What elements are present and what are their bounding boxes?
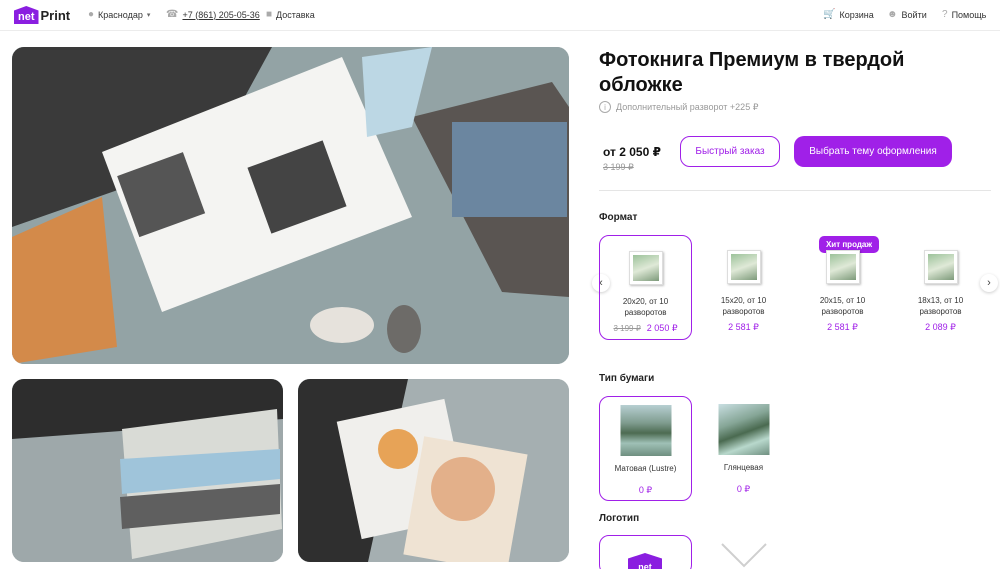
paper-sample-image xyxy=(718,404,769,455)
question-icon: ? xyxy=(942,9,948,20)
format-option-15x20[interactable]: 15x20, от 10 разворотов 2 581 ₽ xyxy=(697,235,790,340)
paper-sample-image xyxy=(620,405,671,456)
login-link[interactable]: ☻ Войти xyxy=(887,9,927,20)
help-label: Помощь xyxy=(951,9,987,20)
choose-theme-button[interactable]: Выбрать тему оформления xyxy=(794,136,952,167)
logo-section-title: Логотип xyxy=(599,513,640,524)
phone-icon: ☎ xyxy=(166,9,179,20)
small-photobook-illustration xyxy=(298,379,569,562)
carousel-next-button[interactable]: › xyxy=(980,274,998,292)
delivery-link[interactable]: ■ Доставка xyxy=(266,9,315,20)
format-option-20x15[interactable]: 20x15, от 10 разворотов 2 581 ₽ xyxy=(796,235,889,340)
divider xyxy=(599,190,991,191)
format-thumbnail xyxy=(923,250,958,284)
netprint-logo-icon: net xyxy=(628,553,662,569)
paper-price: 0 ₽ xyxy=(638,485,653,495)
paper-price: 0 ₽ xyxy=(736,484,751,494)
paper-section-title: Тип бумаги xyxy=(599,373,655,384)
logo-text: Print xyxy=(40,7,71,23)
login-label: Войти xyxy=(901,9,927,20)
help-link[interactable]: ? Помощь xyxy=(942,9,986,20)
old-price: 3 199 ₽ xyxy=(603,162,634,172)
city-label: Краснодар xyxy=(98,9,143,20)
format-option-20x20[interactable]: 20x20, от 10 разворотов 3 199 ₽2 050 ₽ xyxy=(599,235,692,340)
logo-option-with-logo[interactable]: net xyxy=(599,535,692,569)
delivery-label: Доставка xyxy=(276,9,315,20)
current-price: от 2 050 ₽ xyxy=(603,145,661,159)
paper-label: Матовая (Lustre) xyxy=(614,464,677,473)
site-header: net Print ● Краснодар ▾ ☎ +7 (861) 205-0… xyxy=(0,0,1000,31)
format-thumbnail xyxy=(726,250,761,284)
format-price: 2 581 ₽ xyxy=(728,322,759,332)
cart-label: Корзина xyxy=(839,9,874,20)
paper-option-matte[interactable]: Матовая (Lustre) 0 ₽ xyxy=(599,396,692,501)
phone-number: +7 (861) 205-05-36 xyxy=(182,9,260,20)
chevron-down-icon: ▾ xyxy=(146,11,151,19)
info-icon[interactable]: i xyxy=(599,101,611,113)
logo-badge: net xyxy=(14,6,39,24)
user-icon: ☻ xyxy=(887,9,898,20)
format-label: 15x20, от 10 разворотов xyxy=(720,296,767,316)
format-price: 2 089 ₽ xyxy=(925,322,956,332)
format-label: 18x13, от 10 разворотов xyxy=(917,296,964,316)
truck-icon: ■ xyxy=(266,9,273,20)
format-price: 3 199 ₽2 050 ₽ xyxy=(613,323,678,333)
product-photo-spine[interactable] xyxy=(12,379,283,562)
product-photo-main[interactable] xyxy=(12,47,569,364)
quick-order-button[interactable]: Быстрый заказ xyxy=(680,136,780,167)
chevron-right-icon: › xyxy=(987,277,991,289)
photobook-illustration xyxy=(12,47,569,364)
brand-logo[interactable]: net Print xyxy=(14,5,70,25)
location-pin-icon: ● xyxy=(88,9,95,20)
product-title: Фотокнига Премиум в твердой обложке xyxy=(599,49,905,96)
format-price: 2 581 ₽ xyxy=(827,322,858,332)
format-section-title: Формат xyxy=(599,212,638,223)
photobook-stack-illustration xyxy=(12,379,283,562)
phone-link[interactable]: ☎ +7 (861) 205-05-36 xyxy=(166,9,260,20)
paper-option-glossy[interactable]: Глянцевая 0 ₽ xyxy=(697,396,790,501)
extra-spread-text: Дополнительный разворот +225 ₽ xyxy=(616,101,759,112)
format-thumbnail xyxy=(628,251,663,285)
paper-label: Глянцевая xyxy=(723,463,764,472)
extra-spread-note: i Дополнительный разворот +225 ₽ xyxy=(599,101,758,113)
no-logo-chevron-icon[interactable] xyxy=(720,538,768,568)
format-thumbnail xyxy=(825,250,860,284)
format-label: 20x20, от 10 разворотов xyxy=(622,297,669,317)
product-photo-small[interactable] xyxy=(298,379,569,562)
cart-link[interactable]: 🛒 Корзина xyxy=(823,9,874,20)
city-selector[interactable]: ● Краснодар ▾ xyxy=(88,9,150,20)
format-option-18x13[interactable]: 18x13, от 10 разворотов 2 089 ₽ xyxy=(894,235,987,340)
cart-icon: 🛒 xyxy=(823,9,836,20)
format-label: 20x15, от 10 разворотов xyxy=(819,296,866,316)
